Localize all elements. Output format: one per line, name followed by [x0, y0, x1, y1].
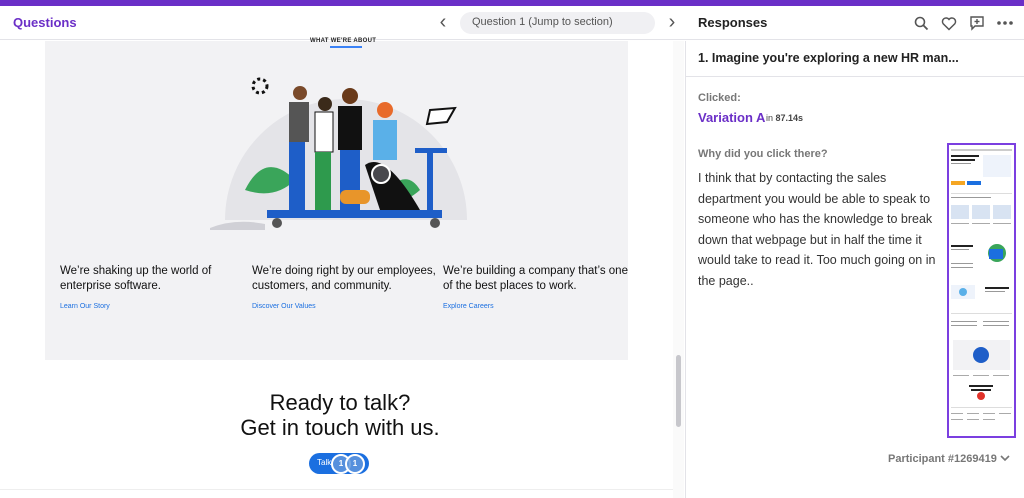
question-title: 1. Imagine you're exploring a new HR man… — [698, 51, 959, 65]
add-comment-icon[interactable] — [968, 14, 986, 32]
feature-text: We’re doing right by our employees, cust… — [252, 265, 436, 292]
about-heading: WHAT WE'RE ABOUT — [310, 38, 377, 44]
thumbnail-preview — [949, 145, 1014, 436]
header-actions — [912, 14, 1014, 32]
feature-column-2: We’re doing right by our employees, cust… — [252, 264, 437, 310]
time-prefix: in — [766, 113, 774, 123]
preview-bottom-divider — [0, 489, 673, 490]
feature-text: We’re building a company that’s one of t… — [443, 265, 628, 292]
learn-our-story-link[interactable]: Learn Our Story — [60, 303, 245, 310]
previous-question-button[interactable]: ‹ — [432, 12, 454, 34]
heart-icon[interactable] — [940, 14, 958, 32]
explore-careers-link[interactable]: Explore Careers — [443, 303, 628, 310]
discover-our-values-link[interactable]: Discover Our Values — [252, 303, 437, 310]
response-answer: I think that by contacting the sales dep… — [698, 171, 936, 288]
participant-id: Participant #1269419 — [888, 453, 997, 465]
question-divider — [686, 76, 1024, 77]
cta-line-2: Get in touch with us. — [240, 415, 440, 440]
preview-scrollbar[interactable] — [673, 41, 684, 498]
questions-title: Questions — [13, 15, 77, 30]
chevron-right-icon: › — [668, 11, 676, 33]
why-label: Why did you click there? — [698, 148, 828, 160]
cta-line-1: Ready to talk? — [269, 390, 411, 415]
clicked-label: Clicked: — [698, 92, 741, 104]
question-jump-select[interactable]: Question 1 (Jump to section) — [460, 12, 655, 34]
team-illustration — [210, 77, 467, 230]
header: Questions ‹ Question 1 (Jump to section)… — [0, 6, 1024, 40]
cta-heading: Ready to talk? Get in touch with us. — [45, 390, 635, 440]
search-icon[interactable] — [912, 14, 930, 32]
page-thumbnail[interactable] — [947, 143, 1016, 438]
click-time: in 87.14s — [766, 113, 803, 123]
chevron-down-icon — [1000, 453, 1010, 465]
participant-selector[interactable]: Participant #1269419 — [888, 453, 1010, 465]
variation-link[interactable]: Variation A — [698, 110, 765, 125]
chevron-left-icon: ‹ — [439, 11, 447, 33]
time-value: 87.14s — [775, 113, 804, 123]
more-icon[interactable] — [996, 14, 1014, 32]
feature-column-1: We’re shaking up the world of enterprise… — [60, 264, 245, 310]
next-question-button[interactable]: › — [661, 12, 683, 34]
response-panel: 1. Imagine you're exploring a new HR man… — [686, 41, 1024, 498]
heading-underline — [330, 46, 362, 48]
click-marker[interactable]: 1 — [345, 454, 365, 474]
feature-text: We’re shaking up the world of enterprise… — [60, 265, 212, 292]
preview-scrollbar-thumb[interactable] — [676, 355, 681, 427]
responses-title: Responses — [698, 15, 768, 30]
feature-column-3: We’re building a company that’s one of t… — [443, 264, 628, 310]
